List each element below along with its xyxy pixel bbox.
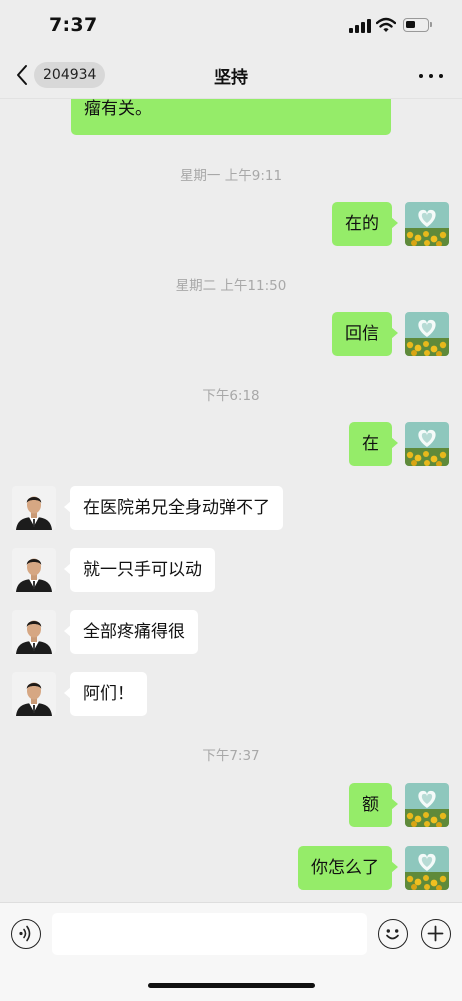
chat-title: 坚持 <box>214 68 248 88</box>
message-text: 回信 <box>345 324 379 344</box>
message-bubble-sent[interactable]: 你怎么了 <box>298 846 398 890</box>
message-text: 在医院弟兄全身动弹不了 <box>83 498 270 518</box>
chat-header: 204934 坚持 <box>0 52 462 99</box>
message-bubble-partial[interactable]: 瘤有关。 <box>71 98 391 135</box>
message-bubble-received[interactable]: 在医院弟兄全身动弹不了 <box>64 486 283 530</box>
self-avatar[interactable] <box>405 783 449 827</box>
message-bubble-received[interactable]: 就一只手可以动 <box>64 548 215 592</box>
self-avatar[interactable] <box>405 312 449 356</box>
timestamp: 星期二 上午11:50 <box>175 278 287 294</box>
man-portrait-avatar <box>12 486 56 530</box>
message-text: 在 <box>362 434 379 454</box>
status-time: 7:37 <box>49 14 98 36</box>
self-avatar[interactable] <box>405 202 449 246</box>
message-text: 全部疼痛得很 <box>83 622 185 642</box>
contact-avatar[interactable] <box>12 610 56 654</box>
timestamp: 下午6:18 <box>202 388 260 404</box>
contact-avatar[interactable] <box>12 672 56 716</box>
message-list[interactable]: 瘤有关。 星期一 上午9:11 在的 星期二 上午11:50 回信 下午6:18… <box>0 98 462 902</box>
message-bubble-sent[interactable]: 在 <box>349 422 398 466</box>
cellular-signal-icon <box>349 19 371 33</box>
battery-icon <box>403 18 432 32</box>
wifi-icon <box>376 17 396 32</box>
message-input[interactable] <box>52 913 367 955</box>
message-text: 在的 <box>345 214 379 234</box>
contact-avatar[interactable] <box>12 486 56 530</box>
man-portrait-avatar <box>12 548 56 592</box>
message-text: 你怎么了 <box>311 858 379 878</box>
emoji-icon <box>386 929 399 940</box>
emoji-button[interactable] <box>378 919 408 949</box>
plus-button[interactable] <box>421 919 451 949</box>
heart-sunflower-avatar <box>405 202 449 246</box>
more-dots-icon[interactable] <box>418 66 444 86</box>
man-portrait-avatar <box>12 610 56 654</box>
message-text: 就一只手可以动 <box>83 560 202 580</box>
home-indicator <box>148 983 315 988</box>
plus-icon <box>427 925 444 942</box>
heart-sunflower-avatar <box>405 846 449 890</box>
message-bubble-received[interactable]: 全部疼痛得很 <box>64 610 198 654</box>
status-bar: 7:37 <box>0 0 462 52</box>
message-bubble-sent[interactable]: 额 <box>349 783 398 827</box>
message-bubble-sent[interactable]: 回信 <box>332 312 398 356</box>
message-text: 额 <box>362 795 379 815</box>
timestamp: 星期一 上午9:11 <box>179 168 283 184</box>
message-text: 瘤有关。 <box>84 99 152 119</box>
self-avatar[interactable] <box>405 846 449 890</box>
message-bubble-received[interactable]: 阿们！ <box>64 672 147 716</box>
man-portrait-avatar <box>12 672 56 716</box>
message-bubble-sent[interactable]: 在的 <box>332 202 398 246</box>
voice-icon <box>19 925 31 942</box>
message-text: 阿们！ <box>83 684 134 704</box>
self-avatar[interactable] <box>405 422 449 466</box>
timestamp: 下午7:37 <box>202 748 260 764</box>
contact-avatar[interactable] <box>12 548 56 592</box>
heart-sunflower-avatar <box>405 312 449 356</box>
voice-button[interactable] <box>11 919 41 949</box>
heart-sunflower-avatar <box>405 783 449 827</box>
heart-sunflower-avatar <box>405 422 449 466</box>
